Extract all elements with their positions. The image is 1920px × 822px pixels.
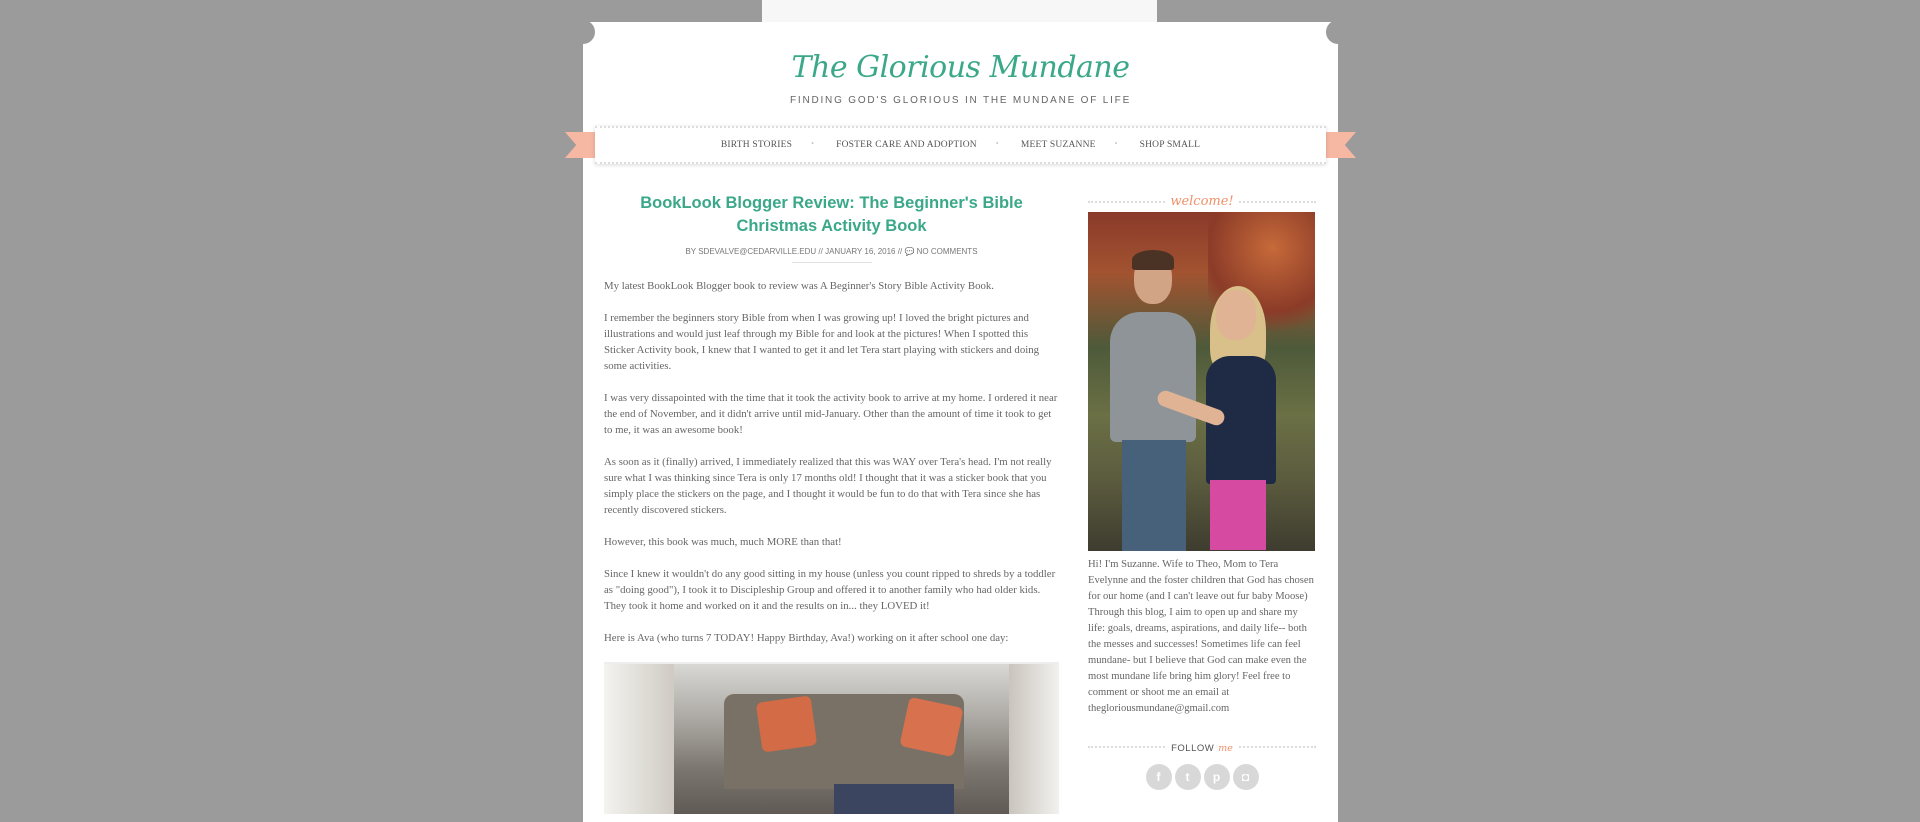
wrap: FOLLOW me	[1166, 738, 1238, 755]
follow-word: FOLLOW	[1171, 743, 1215, 754]
meta-separator: //	[897, 247, 903, 256]
comment-icon: 💬	[904, 247, 915, 256]
win-r	[1009, 664, 1059, 814]
win-l	[604, 664, 674, 814]
post-body: My latest BookLook Blogger book to revie…	[604, 278, 1059, 646]
twitter-icon[interactable]: t	[1174, 764, 1201, 790]
nav-item-birth-stories[interactable]: BIRTH STORIES	[699, 140, 814, 150]
corner-notch-left	[571, 20, 595, 44]
social-icons: f t p ◘	[1088, 764, 1316, 790]
follow-me-word: me	[1218, 743, 1233, 754]
table	[834, 784, 954, 814]
nav-item-meet-suzanne[interactable]: MEET SUZANNE	[996, 139, 1118, 150]
post-paragraph: I was very dissapointed with the time th…	[604, 392, 1058, 436]
top-tab	[762, 0, 1157, 22]
sidebar: welcome! Hi! I'm Suzanne. Wife to Theo, …	[1088, 192, 1316, 790]
post-meta: BY SDEVALVE@CEDARVILLE.EDU // JANUARY 16…	[604, 247, 1059, 256]
hair	[1132, 250, 1174, 270]
pp-woman	[1155, 286, 1298, 551]
pillow1	[755, 695, 818, 753]
ribbon-tail-right	[1324, 132, 1356, 158]
blog-post: BookLook Blogger Review: The Beginner's …	[604, 192, 1059, 814]
shirt	[1110, 312, 1196, 442]
meta-comments[interactable]: NO COMMENTS	[917, 247, 978, 256]
main-nav: BIRTH STORIES FOSTER CARE AND ADOPTION M…	[595, 126, 1326, 164]
site-title[interactable]: The Glorious Mundane	[583, 50, 1338, 85]
post-paragraph: I remember the beginners story Bible fro…	[604, 312, 1040, 372]
pants	[1210, 480, 1266, 550]
page-container: The Glorious Mundane FINDING GOD'S GLORI…	[565, 20, 1356, 822]
about-text: Hi! I'm Suzanne. Wife to Theo, Mom to Te…	[1088, 559, 1314, 714]
corner-notch-right	[1326, 20, 1350, 44]
meta-divider	[791, 262, 872, 263]
pinterest-icon[interactable]: p	[1203, 764, 1230, 790]
head	[1216, 290, 1256, 340]
meta-separator: //	[818, 247, 823, 256]
site-tagline: FINDING GOD'S GLORIOUS IN THE MUNDANE OF…	[789, 95, 1132, 106]
meta-by: BY	[685, 247, 696, 256]
welcome-heading-text: welcome!	[1165, 194, 1239, 209]
post-paragraph: Since I knew it wouldn't do any good sit…	[604, 568, 1056, 612]
post-paragraph: Here is Ava (who turns 7 TODAY! Happy Bi…	[604, 632, 1009, 644]
meta-date[interactable]: JANUARY 16, 2016	[825, 247, 895, 256]
nav-item-foster-care[interactable]: FOSTER CARE AND ADOPTION	[811, 139, 999, 150]
meta-author[interactable]: SDEVALVE@CEDARVILLE.EDU	[698, 247, 816, 256]
ribbon-tail-left	[565, 132, 597, 158]
nav-item-shop-small[interactable]: SHOP SMALL	[1115, 139, 1223, 150]
post-paragraph: As soon as it (finally) arrived, I immed…	[604, 456, 1052, 516]
post-photo[interactable]	[604, 662, 1059, 814]
facebook-icon[interactable]: f	[1145, 764, 1172, 790]
follow-heading: FOLLOW me	[1088, 738, 1316, 755]
profile-photo	[1088, 212, 1315, 551]
instagram-icon[interactable]: ◘	[1232, 764, 1259, 790]
post-title[interactable]: BookLook Blogger Review: The Beginner's …	[604, 192, 1059, 238]
post-paragraph: My latest BookLook Blogger book to revie…	[604, 280, 995, 292]
jeans	[1122, 440, 1186, 551]
welcome-heading: welcome!	[1088, 192, 1316, 209]
post-paragraph: However, this book was much, much MORE t…	[604, 536, 842, 548]
